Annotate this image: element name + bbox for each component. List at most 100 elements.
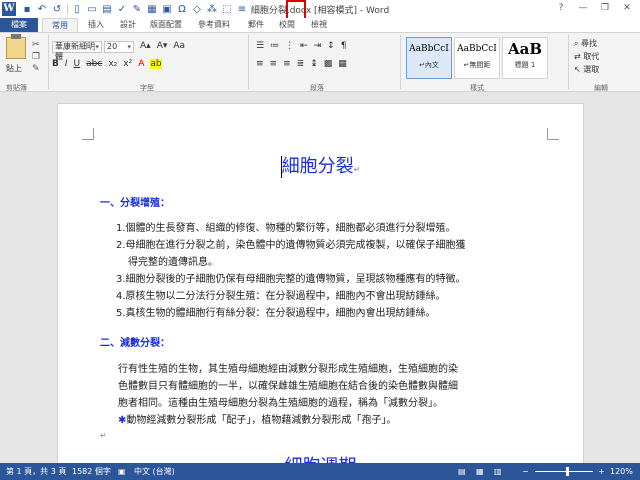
superscript-icon[interactable]: x² [123,59,132,69]
line-spacing-icon[interactable]: ↨ [310,59,318,69]
print-layout-icon[interactable]: ▦ [476,463,484,480]
style-normal[interactable]: AaBbCcI ↵內文 [406,37,452,79]
page-count[interactable]: 第 1 頁，共 3 頁 [6,463,66,480]
crop-mark [547,128,559,140]
zoom-slider-track[interactable] [535,471,593,472]
tab-view[interactable]: 檢視 [304,18,334,32]
select-arrow-icon: ↖ [574,65,584,74]
justify-icon[interactable]: ≣ [297,59,305,69]
style-heading-1[interactable]: AaB 標題 1 [502,37,548,79]
zoom-in-button[interactable]: + [598,463,605,480]
zoom-level[interactable]: 120% [610,463,633,480]
paste-button-label[interactable]: 貼上 [6,63,22,74]
paragraph-align-buttons: ≡ ≡ ≡ ≣ ↨ ▩ ▦ [256,59,353,69]
select-button[interactable]: ↖ 選取 [574,63,599,76]
decrease-indent-icon[interactable]: ⇤ [300,41,308,51]
multilevel-list-icon[interactable]: ⋮ [285,41,294,51]
tab-file[interactable]: 檔案 [0,18,38,32]
sort-icon[interactable]: ↕ [327,41,335,51]
grow-font-icon[interactable]: A▴ [140,41,151,51]
clipboard-small-icons: ✂ ❐ ✎ [32,39,40,75]
editing-group: ⌕ 尋找 ⇄ 取代 ↖ 選取 [574,37,599,76]
underline-icon[interactable]: U [74,59,81,69]
list-item: 2.母細胞在進行分裂之前，染色體中的遺傳物質必須完成複製，以確保子細胞獲 [116,240,466,251]
list-item: 4.原核生物以二分法行分裂生殖：在分裂過程中，細胞內不會出現紡錘絲。 [116,291,446,302]
numbering-icon[interactable]: ≔ [270,41,279,51]
tab-home[interactable]: 常用 [42,18,78,32]
tab-insert[interactable]: 插入 [80,18,112,32]
window-title: 細胞分裂.docx [相容模式] - Word [250,6,390,16]
align-right-icon[interactable]: ≡ [283,59,291,69]
zoom-slider-thumb[interactable] [566,467,569,476]
font-size-buttons: A▴ A▾ Aa [140,41,191,51]
copy-icon[interactable]: ❐ [32,51,40,63]
align-center-icon[interactable]: ≡ [270,59,278,69]
align-left-icon[interactable]: ≡ [256,59,264,69]
read-mode-icon[interactable]: ▤ [458,463,466,480]
paragraph-group-label: 段落 [310,84,324,92]
restore-button[interactable]: ❐ [594,1,616,16]
format-painter-brush-icon[interactable]: ✎ [32,63,40,75]
tab-references[interactable]: 參考資料 [192,18,236,32]
cut-icon[interactable]: ✂ [32,39,40,51]
replace-button[interactable]: ⇄ 取代 [574,50,599,63]
font-group-label: 字型 [140,84,154,92]
find-icon: ⌕ [574,39,582,48]
document-page[interactable]: 細胞分裂↵ 一、分裂增殖： 1.個體的生長發育、組織的修復、物種的繁衍等，細胞都… [57,103,584,463]
list-item: 1.個體的生長發育、組織的修復、物種的繁衍等，細胞都必須進行分裂增殖。 [116,223,456,234]
change-case-icon[interactable]: Aa [173,41,185,51]
shrink-font-icon[interactable]: A▾ [157,41,168,51]
section-2-heading: 二、減數分裂： [100,338,170,349]
next-section-title: 細胞週期 [58,452,583,463]
help-button[interactable]: ? [550,1,572,16]
styles-group-label: 樣式 [470,84,484,92]
strikethrough-icon[interactable]: abc [86,59,102,69]
highlight-color-icon[interactable]: ab [150,59,162,69]
window-controls: ? — ❐ ✕ [550,1,638,16]
increase-indent-icon[interactable]: ⇥ [314,41,322,51]
document-title[interactable]: 細胞分裂↵ [58,152,583,178]
font-color-icon[interactable]: A [138,59,144,69]
tab-review[interactable]: 校閱 [272,18,302,32]
font-size-combo[interactable]: 20 [104,41,134,53]
list-item: 3.細胞分裂後的子細胞仍保有母細胞完整的遺傳物質，呈現該物種應有的特徵。 [116,274,466,285]
editing-group-label: 編輯 [594,84,608,92]
proofing-icon[interactable]: ▣ [118,463,126,480]
paste-icon[interactable] [6,34,26,59]
tab-mailings[interactable]: 郵件 [240,18,272,32]
word-count[interactable]: 1582 個字 [72,463,111,480]
zoom-out-button[interactable]: − [522,463,529,480]
crop-mark [82,128,94,140]
font-style-buttons: B I U abc x₂ x² A ab [52,59,168,69]
italic-icon[interactable]: I [65,59,68,69]
style-no-spacing[interactable]: AaBbCcI ↵無間距 [454,37,500,79]
title-bar: W ▪ ↶ ↺ ▯ ▭ ▤ ✓ ✎ ▦ ▣ Ω ◇ ⁂ ⬚ ≡ 細胞分裂.doc… [0,0,640,22]
web-layout-icon[interactable]: ▥ [494,463,502,480]
paragraph-line: 行有性生殖的生物，其生殖母細胞經由減數分裂形成生殖細胞，生殖細胞的染 [118,364,458,375]
borders-icon[interactable]: ▦ [338,59,347,69]
minimize-button[interactable]: — [572,1,594,16]
find-button[interactable]: ⌕ 尋找 [574,37,599,50]
bullets-icon[interactable]: ☰ [256,41,264,51]
document-area[interactable]: 細胞分裂↵ 一、分裂增殖： 1.個體的生長發育、組織的修復、物種的繁衍等，細胞都… [0,93,640,463]
ribbon-tabs: 檔案 常用 插入 設計 版面配置 參考資料 郵件 校閱 檢視 [0,18,640,32]
bold-icon[interactable]: B [52,59,59,69]
status-bar: 第 1 頁，共 3 頁 1582 個字 ▣ 中文 (台灣) ▤ ▦ ▥ − + … [0,463,640,480]
section-1-heading: 一、分裂增殖： [100,198,170,209]
subscript-icon[interactable]: x₂ [108,59,117,69]
note-line: ✱動物經減數分裂形成「配子」，植物藉減數分裂形成「孢子」。 [118,415,397,426]
paragraph-line: 胞者相同。這種由生殖母細胞分裂為生殖細胞的過程，稱為「減數分裂」。 [118,398,443,409]
tab-layout[interactable]: 版面配置 [144,18,188,32]
clipboard-group-label: 剪貼簿 [6,84,27,92]
show-marks-icon[interactable]: ¶ [341,41,347,51]
replace-icon: ⇄ [574,52,584,61]
font-name-combo[interactable]: 華康新細明體 [52,41,102,61]
language-indicator[interactable]: 中文 (台灣) [134,463,175,480]
close-button[interactable]: ✕ [616,1,638,16]
shading-icon[interactable]: ▩ [324,59,333,69]
empty-paragraph-mark: ↵ [100,431,107,440]
paragraph-line: 色體數目只有體細胞的一半，以確保雌雄生殖細胞在結合後的染色體數與體細 [118,381,458,392]
tab-design[interactable]: 設計 [112,18,144,32]
list-item: 5.真核生物的體細胞行有絲分裂：在分裂過程中，細胞內會出現紡錘絲。 [116,308,436,319]
list-item-continued: 得完整的遺傳訊息。 [128,257,218,268]
